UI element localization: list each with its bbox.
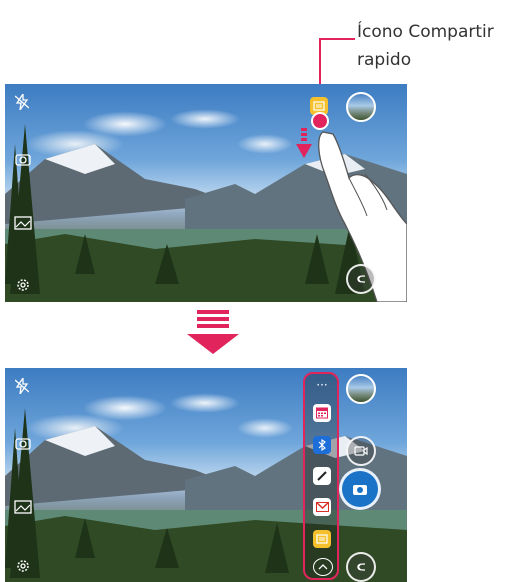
mode-icon[interactable]	[14, 216, 32, 234]
callout-line-horizontal	[319, 38, 355, 40]
transition-arrow-head	[187, 334, 239, 354]
video-record-button[interactable]	[346, 436, 376, 466]
collapse-icon[interactable]	[313, 558, 333, 576]
switch-camera-icon[interactable]	[15, 152, 31, 170]
back-button[interactable]	[346, 264, 376, 294]
gallery-thumbnail[interactable]	[346, 92, 376, 122]
settings-icon[interactable]	[15, 277, 31, 297]
annotation-line-1: Ícono Compartir	[357, 22, 494, 42]
camera-screen-after	[5, 368, 407, 582]
more-icon[interactable]: ···	[313, 376, 331, 394]
annotation-label: Ícono Compartir rapido	[357, 18, 516, 74]
capture-button[interactable]	[339, 468, 381, 510]
memo-icon[interactable]	[313, 530, 331, 548]
switch-camera-icon[interactable]	[15, 436, 31, 454]
gmail-icon[interactable]	[313, 498, 331, 516]
annotation-line-2: rapido	[357, 50, 412, 70]
camera-screen-before	[5, 84, 407, 302]
flash-off-icon[interactable]	[14, 91, 30, 114]
settings-icon[interactable]	[15, 558, 31, 578]
edit-icon[interactable]	[313, 467, 331, 485]
quick-share-panel: ···	[303, 372, 339, 580]
bluetooth-icon[interactable]	[313, 436, 331, 454]
mode-icon[interactable]	[14, 500, 32, 518]
transition-arrow-stripes	[197, 310, 229, 331]
calendar-icon[interactable]	[313, 404, 331, 422]
gallery-thumbnail[interactable]	[346, 374, 376, 404]
back-button[interactable]	[346, 552, 376, 582]
flash-off-icon[interactable]	[14, 375, 30, 398]
